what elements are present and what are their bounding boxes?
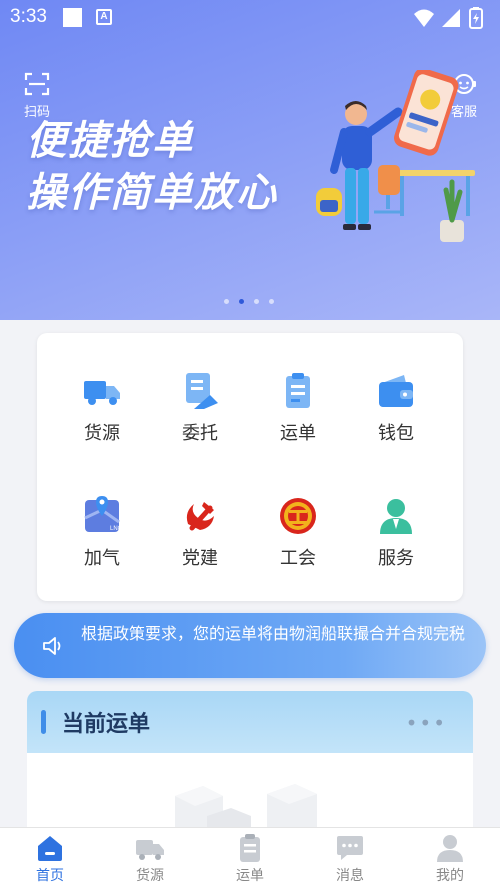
- grid-item-wallet[interactable]: 钱包: [351, 371, 441, 445]
- carousel-dot-active: [239, 299, 244, 304]
- banner[interactable]: 扫码 客服 便捷抢单 操作简单放心: [0, 0, 500, 320]
- grid-item-label: 委托: [182, 423, 218, 444]
- tab-label: 运单: [236, 868, 264, 884]
- home-icon: [38, 836, 62, 861]
- speaker-icon: [43, 637, 61, 655]
- carousel-dot: [269, 299, 274, 304]
- tab-label: 消息: [336, 868, 364, 884]
- grid-item-label: 加气: [84, 548, 120, 569]
- carousel-dot: [254, 299, 259, 304]
- grid-item-label: 运单: [280, 423, 316, 444]
- tab-label: 货源: [136, 868, 164, 884]
- service-person-icon: [380, 499, 412, 534]
- user-icon: [437, 835, 463, 862]
- truck-icon: [84, 381, 120, 405]
- grid-item-label: 货源: [84, 423, 120, 444]
- message-icon: [337, 836, 363, 860]
- current-waybill-title: 当前运单: [62, 712, 151, 737]
- grid-item-goods-source[interactable]: 货源: [57, 371, 147, 445]
- policy-notice[interactable]: 根据政策要求，您的运单将由物润船联撮合并合规完税: [14, 613, 486, 678]
- waybill-clipboard-icon: [286, 373, 310, 408]
- more-options-button[interactable]: •••: [406, 711, 447, 735]
- tab-profile[interactable]: 我的: [410, 833, 490, 885]
- carousel-dot: [224, 299, 229, 304]
- wallet-icon: [379, 375, 413, 407]
- bottom-tab-bar: 首页 货源 运单 消息 我的: [0, 827, 500, 888]
- status-time: 3:33: [10, 6, 47, 27]
- tab-label: 我的: [436, 868, 464, 884]
- signal-icon: [442, 9, 460, 27]
- notification-square-icon: [63, 8, 82, 27]
- system-icons: [414, 7, 483, 29]
- map-gas-icon: LNG: [84, 496, 122, 532]
- truck-icon: [136, 840, 164, 860]
- tab-goods-source[interactable]: 货源: [110, 833, 190, 885]
- grid-item-service[interactable]: 服务: [351, 496, 441, 570]
- waybill-icon: [240, 834, 260, 862]
- delegate-document-icon: [186, 373, 218, 409]
- grid-item-label: 工会: [280, 548, 316, 569]
- banner-illustration: [316, 70, 475, 242]
- title-accent-bar: [41, 710, 46, 734]
- notice-text: 根据政策要求，您的运单将由物润船联撮合并合规完税: [81, 624, 466, 643]
- tab-label: 首页: [36, 868, 64, 884]
- carousel-indicator: [224, 298, 276, 306]
- grid-item-delegate[interactable]: 委托: [155, 371, 245, 445]
- svg-text:LNG: LNG: [110, 526, 122, 532]
- grid-item-party-building[interactable]: 党建: [155, 496, 245, 570]
- notification-a-icon: A: [96, 9, 112, 25]
- grid-item-label: 钱包: [378, 423, 414, 444]
- tab-waybill[interactable]: 运单: [210, 833, 290, 885]
- scan-icon: [24, 72, 50, 96]
- grid-item-label: 服务: [378, 548, 414, 569]
- tab-messages[interactable]: 消息: [310, 833, 390, 885]
- grid-item-label: 党建: [182, 548, 218, 569]
- banner-slogan-line2: 操作简单放心: [26, 170, 278, 216]
- banner-slogan-line1: 便捷抢单: [26, 118, 194, 164]
- grid-item-trade-union[interactable]: 工会: [253, 496, 343, 570]
- function-grid: 货源 委托 运单 钱包 LNG 加气 党建 工会 服务: [37, 333, 463, 601]
- tab-home[interactable]: 首页: [10, 833, 90, 885]
- party-emblem-icon: [186, 502, 214, 531]
- grid-item-refuel[interactable]: LNG 加气: [57, 496, 147, 570]
- grid-item-waybill[interactable]: 运单: [253, 371, 343, 445]
- union-emblem-icon: [280, 498, 316, 534]
- status-bar: 3:33 A: [0, 0, 500, 36]
- current-waybill-header: 当前运单 •••: [27, 691, 473, 753]
- wifi-icon: [414, 9, 434, 27]
